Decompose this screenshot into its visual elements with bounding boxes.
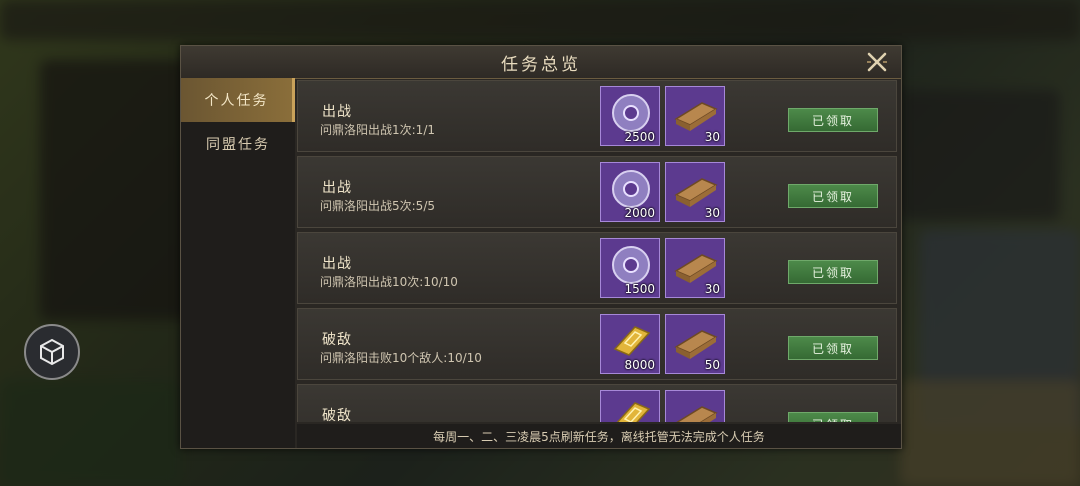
reward-item[interactable]: 30 xyxy=(665,86,725,146)
claimed-button[interactable]: 已领取 xyxy=(788,336,878,360)
task-row: 破敌 已领取 xyxy=(297,384,897,422)
dialog-title: 任务总览 xyxy=(501,54,581,75)
refresh-notice: 每周一、二、三凌晨5点刷新任务，离线托管无法完成个人任务 xyxy=(297,424,901,448)
reward-item[interactable]: 8000 xyxy=(600,314,660,374)
dialog-titlebar: 任务总览 xyxy=(181,46,901,79)
claimed-button[interactable]: 已领取 xyxy=(788,108,878,132)
task-title: 出战 xyxy=(322,256,352,272)
claimed-button[interactable]: 已领取 xyxy=(788,412,878,422)
task-list[interactable]: 出战 问鼎洛阳出战1次:1/1 2500 30 已领取 出战 问鼎洛阳出战5次:… xyxy=(297,80,897,422)
reward-qty: 50 xyxy=(704,358,720,372)
task-desc: 问鼎洛阳出战5次:5/5 xyxy=(320,199,435,213)
task-row: 出战 问鼎洛阳出战5次:5/5 2000 30 已领取 xyxy=(297,156,897,228)
task-title: 破敌 xyxy=(322,408,352,422)
reward-item[interactable]: 30 xyxy=(665,238,725,298)
task-title: 出战 xyxy=(322,180,352,196)
cube-icon xyxy=(40,338,64,366)
reward-item[interactable]: 50 xyxy=(665,314,725,374)
reward-qty: 30 xyxy=(704,282,720,296)
reward-item[interactable]: 2500 xyxy=(600,86,660,146)
tab-alliance-tasks[interactable]: 同盟任务 xyxy=(181,122,295,166)
task-desc: 问鼎洛阳出战10次:10/10 xyxy=(320,275,458,289)
tab-label: 个人任务 xyxy=(204,93,269,109)
task-tabs: 个人任务 同盟任务 xyxy=(181,78,295,448)
task-row: 出战 问鼎洛阳出战1次:1/1 2500 30 已领取 xyxy=(297,80,897,152)
task-desc: 问鼎洛阳出战1次:1/1 xyxy=(320,123,435,137)
tab-label: 同盟任务 xyxy=(206,137,270,153)
reward-qty: 30 xyxy=(704,206,720,220)
reward-qty: 1500 xyxy=(624,282,655,296)
wood-plank-icon xyxy=(674,330,718,359)
tab-personal-tasks[interactable]: 个人任务 xyxy=(181,78,295,122)
jade-disc-icon xyxy=(612,246,650,284)
task-row: 破敌 问鼎洛阳击败10个敌人:10/10 8000 50 已领取 xyxy=(297,308,897,380)
claimed-button[interactable]: 已领取 xyxy=(788,184,878,208)
task-desc: 问鼎洛阳击败10个敌人:10/10 xyxy=(320,351,482,365)
wood-plank-icon xyxy=(676,406,718,422)
task-overview-dialog: 任务总览 个人任务 同盟任务 出战 问鼎洛阳出战1次:1/1 2500 30 已… xyxy=(180,45,902,449)
reward-qty: 2500 xyxy=(624,130,655,144)
reward-item[interactable] xyxy=(600,390,660,422)
gold-ingot-icon xyxy=(613,326,651,356)
task-row: 出战 问鼎洛阳出战10次:10/10 1500 30 已领取 xyxy=(297,232,897,304)
wood-plank-icon xyxy=(674,102,718,131)
reward-item[interactable]: 2000 xyxy=(600,162,660,222)
reward-item[interactable]: 30 xyxy=(665,162,725,222)
reward-item[interactable] xyxy=(665,390,725,422)
reward-item[interactable]: 1500 xyxy=(600,238,660,298)
wood-plank-icon xyxy=(674,254,718,283)
close-x-icon[interactable] xyxy=(865,50,889,74)
reward-qty: 30 xyxy=(704,130,720,144)
gold-ingot-icon xyxy=(616,402,651,422)
task-title: 出战 xyxy=(322,104,352,120)
wood-plank-icon xyxy=(674,178,718,207)
reward-qty: 2000 xyxy=(624,206,655,220)
task-title: 破敌 xyxy=(322,332,352,348)
claimed-button[interactable]: 已领取 xyxy=(788,260,878,284)
jade-disc-icon xyxy=(612,94,650,132)
jade-disc-icon xyxy=(612,170,650,208)
cube-menu-button[interactable] xyxy=(24,324,80,380)
reward-qty: 8000 xyxy=(624,358,655,372)
